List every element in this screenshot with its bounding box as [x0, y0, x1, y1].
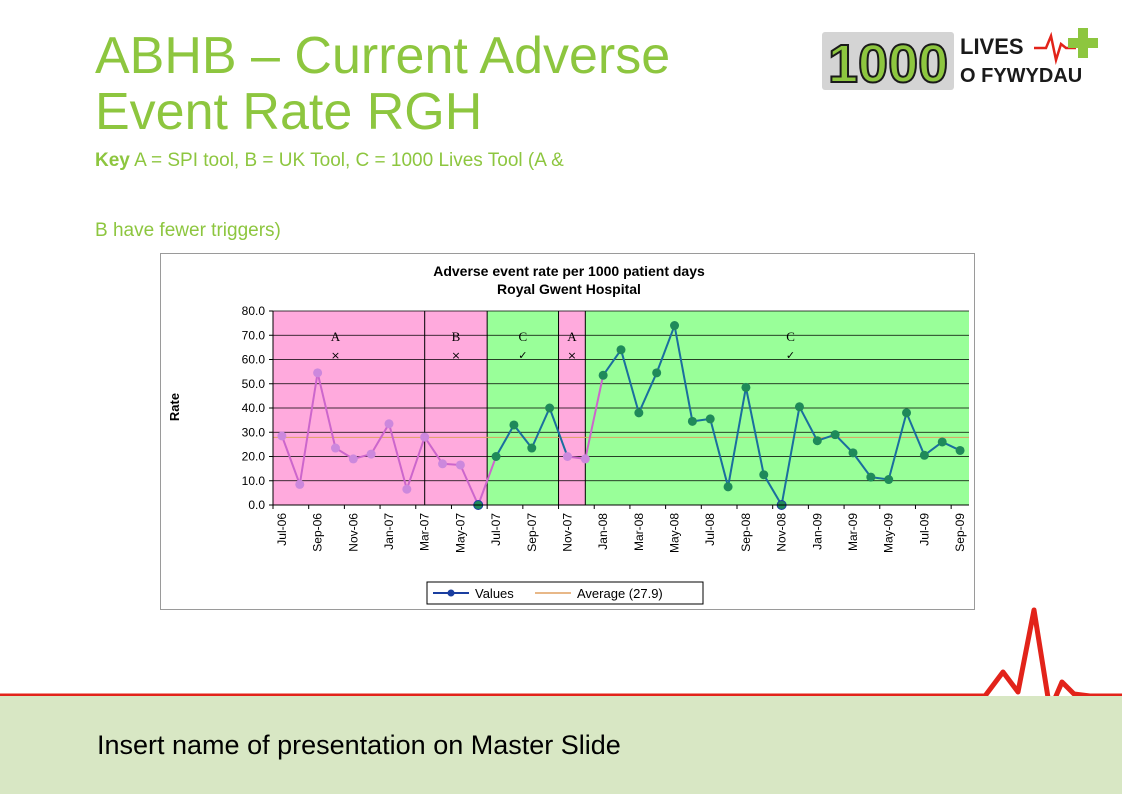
data-point	[366, 449, 376, 459]
legend-values-label: Values	[475, 586, 514, 601]
y-tick-label: 20.0	[242, 450, 266, 464]
y-tick-label: 40.0	[242, 401, 266, 415]
data-point	[652, 368, 662, 378]
region-label: C	[786, 329, 795, 344]
data-point	[491, 452, 501, 461]
slide-title: ABHB – Current Adverse Event Rate RGH	[95, 27, 671, 141]
data-point	[438, 459, 448, 469]
data-point	[562, 452, 572, 461]
x-tick-label: Jan-08	[596, 513, 610, 550]
x-tick-label: May-08	[668, 513, 682, 553]
data-point	[634, 408, 644, 418]
chart-subtitle: Royal Gwent Hospital	[497, 281, 641, 297]
chart-container: Adverse event rate per 1000 patient days…	[160, 253, 975, 610]
key-description: A = SPI tool, B = UK Tool, C = 1000 Live…	[134, 150, 564, 171]
x-tick-label: Sep-08	[739, 513, 753, 552]
y-tick-label: 70.0	[242, 328, 266, 342]
x-tick-label: Jul-08	[703, 513, 717, 546]
data-point	[866, 472, 876, 482]
data-point	[313, 368, 323, 378]
data-point	[330, 443, 340, 453]
data-point	[741, 382, 751, 392]
data-point	[509, 420, 519, 430]
x-tick-label: Sep-07	[525, 513, 539, 552]
data-point	[277, 431, 287, 441]
data-point	[598, 370, 608, 380]
x-tick-label: Jan-07	[382, 513, 396, 550]
region-label: A	[331, 329, 341, 344]
data-point	[616, 345, 626, 355]
logo-lives-text: LIVES	[960, 34, 1024, 59]
data-point	[687, 416, 697, 426]
data-point	[955, 445, 965, 455]
data-point	[919, 450, 929, 460]
key-text-continued: B have fewer triggers)	[95, 220, 281, 241]
region-mark: ×	[331, 349, 340, 362]
data-point	[384, 419, 394, 429]
x-tick-label: Nov-06	[346, 513, 360, 552]
region-mark: ×	[567, 349, 576, 362]
data-point	[420, 432, 430, 442]
key-label: Key	[95, 150, 130, 171]
y-tick-label: 50.0	[242, 377, 266, 391]
x-tick-label: Mar-07	[418, 513, 432, 551]
data-point	[295, 479, 305, 489]
x-tick-label: Mar-08	[632, 513, 646, 551]
region-mark: ✓	[786, 349, 795, 362]
region-label: B	[452, 329, 461, 344]
adverse-event-chart: Adverse event rate per 1000 patient days…	[167, 263, 969, 605]
x-tick-label: Nov-08	[775, 513, 789, 552]
legend-average-label: Average (27.9)	[577, 586, 663, 601]
data-point	[705, 414, 715, 424]
x-tick-label: Mar-09	[846, 513, 860, 551]
y-tick-label: 30.0	[242, 425, 266, 439]
x-tick-label: Jul-09	[917, 513, 931, 546]
x-tick-label: May-09	[882, 513, 896, 553]
data-point	[884, 475, 894, 485]
data-point	[402, 484, 412, 494]
data-point	[812, 436, 822, 446]
x-tick-label: Jul-07	[489, 513, 503, 546]
data-point	[527, 443, 537, 453]
y-axis-label: Rate	[167, 393, 182, 421]
y-tick-label: 10.0	[242, 474, 266, 488]
y-tick-label: 60.0	[242, 353, 266, 367]
x-tick-label: Jul-06	[275, 513, 289, 546]
1000-lives-logo: 1000 LIVES O FYWYDAU	[822, 28, 1098, 94]
region-mark: ×	[451, 349, 460, 362]
legend-values-marker	[447, 589, 455, 597]
logo-plus-icon	[1068, 28, 1098, 58]
key-text: Key A = SPI tool, B = UK Tool, C = 1000 …	[95, 150, 795, 172]
heartbeat-line	[0, 607, 1122, 710]
logo-number: 1000	[828, 34, 948, 94]
data-point	[580, 454, 590, 464]
data-point	[670, 321, 680, 331]
logo-fywydau-text: O FYWYDAU	[960, 65, 1082, 87]
data-point	[759, 470, 769, 480]
region-label: C	[519, 329, 528, 344]
data-point	[830, 430, 840, 440]
region-mark: ✓	[518, 349, 527, 362]
heartbeat-decoration	[0, 607, 1122, 710]
chart-title: Adverse event rate per 1000 patient days	[433, 263, 705, 279]
data-point	[937, 437, 947, 447]
x-tick-label: Nov-07	[560, 513, 574, 552]
x-tick-label: Sep-06	[311, 513, 325, 552]
data-point	[723, 482, 733, 492]
footer-text: Insert name of presentation on Master Sl…	[97, 730, 621, 760]
data-point	[848, 448, 858, 458]
data-point	[455, 460, 465, 470]
region-label: A	[567, 329, 577, 344]
x-tick-label: May-07	[453, 513, 467, 553]
y-tick-label: 80.0	[242, 304, 266, 318]
data-point	[545, 403, 555, 413]
data-point	[902, 408, 912, 418]
y-tick-label: 0.0	[248, 498, 265, 512]
data-point	[794, 402, 804, 412]
x-tick-label: Sep-09	[953, 513, 967, 552]
x-tick-label: Jan-09	[810, 513, 824, 550]
data-point	[348, 454, 358, 464]
